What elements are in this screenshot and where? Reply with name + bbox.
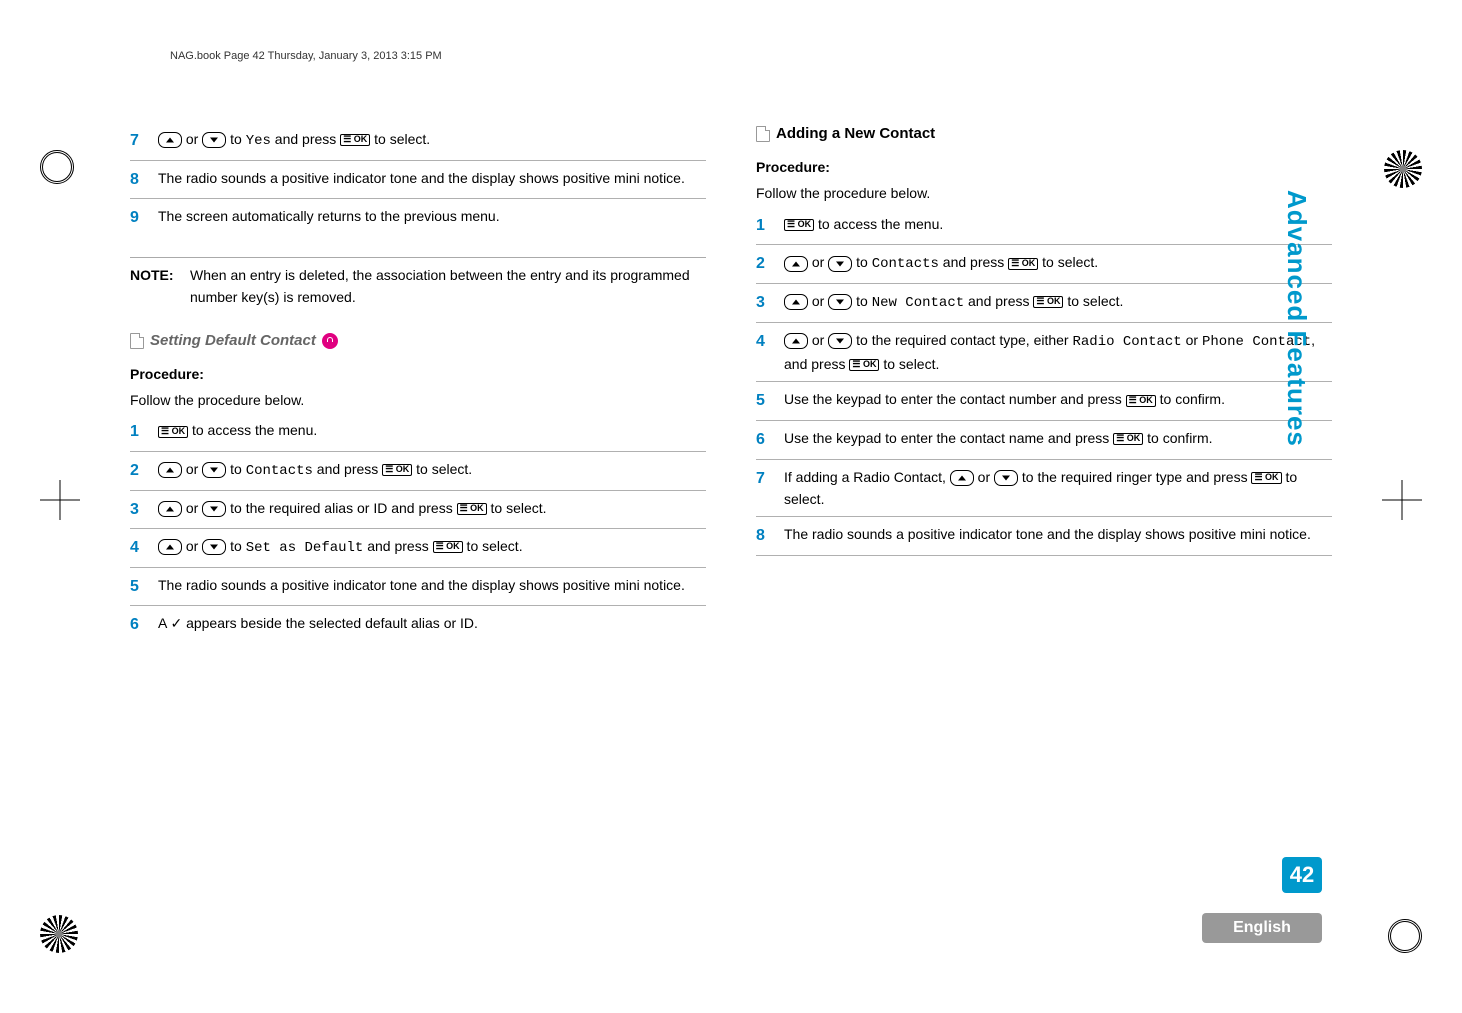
down-arrow-icon [994,470,1018,486]
reg-mark-mid-right [1382,480,1422,520]
step-number: 1 [130,419,158,445]
down-arrow-icon [828,294,852,310]
reg-mark-mid-left [40,480,80,520]
language-label: English [1202,913,1322,943]
up-arrow-icon [950,470,974,486]
down-arrow-icon [202,539,226,555]
procedure-sub: Follow the procedure below. [130,389,706,411]
ok-button-icon: ☰ OK [433,541,463,553]
reg-mark-bottom-right [1388,919,1422,953]
step-5: 5 Use the keypad to enter the contact nu… [756,388,1332,421]
step-9: 9 The screen automatically returns to th… [130,205,706,237]
up-arrow-icon [784,294,808,310]
up-arrow-icon [784,333,808,349]
step-number: 3 [756,290,784,316]
up-arrow-icon [784,256,808,272]
step-number: 6 [756,427,784,453]
step-2: 2 or to Contacts and press ☰ OK to selec… [756,251,1332,284]
step-number: 2 [756,251,784,277]
ok-button-icon: ☰ OK [1251,472,1281,484]
procedure-sub: Follow the procedure below. [756,182,1332,204]
step-number: 8 [756,523,784,549]
ok-button-icon: ☰ OK [158,426,188,438]
down-arrow-icon [828,333,852,349]
up-arrow-icon [158,539,182,555]
section-heading-default-contact: Setting Default Contact [130,329,706,353]
step-6: 6 A ✓ appears beside the selected defaul… [130,612,706,644]
ok-button-icon: ☰ OK [1113,433,1143,445]
procedure-label: Procedure: [130,363,706,385]
ok-button-icon: ☰ OK [457,503,487,515]
step-4: 4 or to Set as Default and press ☰ OK to… [130,535,706,568]
ok-button-icon: ☰ OK [849,359,879,371]
right-column: Adding a New Contact Procedure: Follow t… [756,122,1332,650]
doc-icon [756,126,770,142]
step-number: 4 [756,329,784,376]
procedure-label: Procedure: [756,156,1332,178]
ok-button-icon: ☰ OK [784,219,814,231]
doc-icon [130,333,144,349]
page-number: 42 [1282,857,1322,893]
ok-button-icon: ☰ OK [1008,258,1038,270]
sidebar-section-label: Advanced Features [1281,190,1312,447]
reg-mark-bottom-left [40,915,78,953]
ok-button-icon: ☰ OK [1033,296,1063,308]
step-8: 8 The radio sounds a positive indicator … [756,523,1332,556]
down-arrow-icon [828,256,852,272]
down-arrow-icon [202,132,226,148]
step-1: 1 ☰ OK to access the menu. [756,213,1332,246]
step-number: 2 [130,458,158,484]
section-heading-adding-contact: Adding a New Contact [756,122,1332,146]
step-number: 3 [130,497,158,523]
page-header: NAG.book Page 42 Thursday, January 3, 20… [130,50,1332,62]
step-number: 5 [756,388,784,414]
circle-icon [322,333,338,349]
step-number: 9 [130,205,158,231]
ok-button-icon: ☰ OK [340,134,370,146]
step-1: 1 ☰ OK to access the menu. [130,419,706,452]
reg-mark-top-right [1384,150,1422,188]
step-3: 3 or to New Contact and press ☰ OK to se… [756,290,1332,323]
down-arrow-icon [202,501,226,517]
note-block: NOTE: When an entry is deleted, the asso… [130,257,706,309]
step-number: 6 [130,612,158,638]
step-5: 5 The radio sounds a positive indicator … [130,574,706,607]
left-column: 7 or to Yes and press ☰ OK to select. 8 … [130,122,706,650]
down-arrow-icon [202,462,226,478]
ok-button-icon: ☰ OK [382,464,412,476]
reg-mark-top-left [40,150,74,184]
step-number: 7 [756,466,784,511]
step-2: 2 or to Contacts and press ☰ OK to selec… [130,458,706,491]
step-7: 7 or to Yes and press ☰ OK to select. [130,128,706,161]
step-number: 5 [130,574,158,600]
step-number: 1 [756,213,784,239]
step-8: 8 The radio sounds a positive indicator … [130,167,706,200]
up-arrow-icon [158,501,182,517]
ok-button-icon: ☰ OK [1126,395,1156,407]
step-number: 7 [130,128,158,154]
step-3: 3 or to the required alias or ID and pre… [130,497,706,530]
step-number: 8 [130,167,158,193]
step-6: 6 Use the keypad to enter the contact na… [756,427,1332,460]
step-4: 4 or to the required contact type, eithe… [756,329,1332,383]
up-arrow-icon [158,132,182,148]
step-number: 4 [130,535,158,561]
up-arrow-icon [158,462,182,478]
step-7: 7 If adding a Radio Contact, or to the r… [756,466,1332,518]
